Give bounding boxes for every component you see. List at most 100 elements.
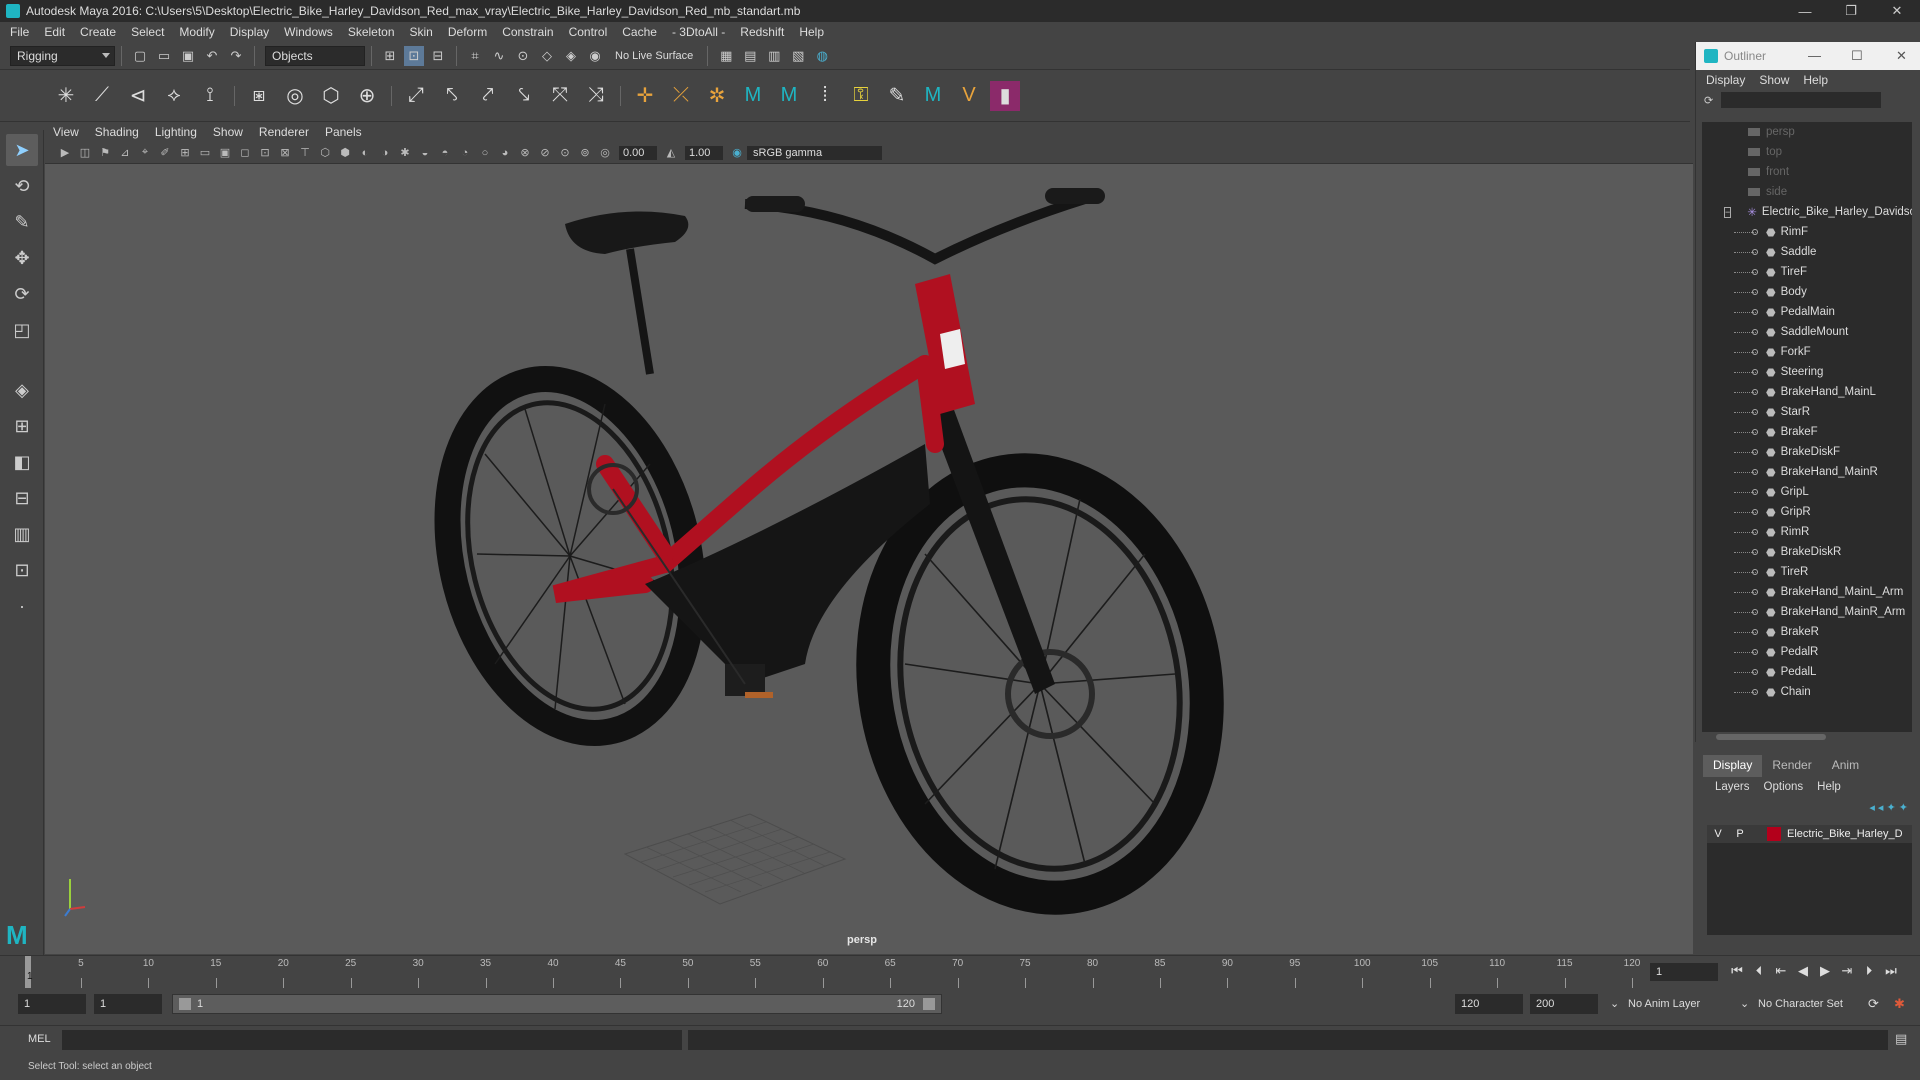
point-constraint-icon[interactable]: ✛ — [630, 81, 660, 111]
play-forward-icon[interactable]: ▶ — [1814, 963, 1836, 979]
vp-menu-show[interactable]: Show — [213, 125, 243, 139]
bookmark-icon[interactable]: ⚑ — [97, 145, 113, 161]
tab-anim[interactable]: Anim — [1822, 755, 1869, 777]
outliner-item-brakediskr[interactable]: ⬣ BrakeDiskR — [1702, 542, 1912, 562]
live-surface-icon[interactable]: ◉ — [585, 46, 605, 66]
camera-select-icon[interactable]: ▶ — [57, 145, 73, 161]
script-editor-icon[interactable]: ▤ — [1895, 1031, 1907, 1047]
outliner-item-pedalmain[interactable]: ⬣ PedalMain — [1702, 302, 1912, 322]
tab-display[interactable]: Display — [1703, 755, 1763, 777]
step-back-key-icon[interactable]: ⇤ — [1770, 963, 1792, 979]
outliner-item-chain[interactable]: ⬣ Chain — [1702, 682, 1912, 702]
ik-spline-icon[interactable]: ⊲ — [123, 81, 153, 111]
outliner-filter-icon[interactable]: ⟳ — [1704, 94, 1713, 107]
outliner-item-saddlemount[interactable]: ⬣ SaddleMount — [1702, 322, 1912, 342]
insert-joint-icon[interactable]: ⟡ — [159, 81, 189, 111]
go-to-start-icon[interactable]: ⏮ — [1726, 963, 1748, 979]
ambient-occlusion-icon[interactable]: ◓ — [437, 145, 453, 161]
snap-view-plane-icon[interactable]: ◇ — [537, 46, 557, 66]
anim-end-field[interactable]: 200 — [1530, 994, 1598, 1014]
viewport-persp[interactable]: View Shading Lighting Show Renderer Pane… — [45, 122, 1693, 954]
menu-file[interactable]: File — [10, 25, 29, 39]
menu-constrain[interactable]: Constrain — [502, 25, 553, 39]
outliner-item-pedall[interactable]: ⬣ PedalL — [1702, 662, 1912, 682]
range-bar[interactable]: 1 120 — [172, 994, 942, 1014]
image-plane-icon[interactable]: ⊿ — [117, 145, 133, 161]
outliner-item-tiref[interactable]: ⬣ TireF — [1702, 262, 1912, 282]
wireframe-icon[interactable]: ⬡ — [317, 145, 333, 161]
layer-action-icons[interactable]: ◂ ◂ ✦ ✦ — [1869, 801, 1908, 814]
layer-menu-options[interactable]: Options — [1764, 781, 1804, 793]
step-forward-key-icon[interactable]: ⇥ — [1836, 963, 1858, 979]
lasso-tool-icon[interactable]: ⟲ — [6, 170, 38, 202]
safe-title-icon[interactable]: ⊤ — [297, 145, 313, 161]
maya-m-icon[interactable]: M — [738, 81, 768, 111]
snap-surface-icon[interactable]: ◈ — [561, 46, 581, 66]
layer-row[interactable]: V P Electric_Bike_Harley_D — [1707, 825, 1912, 843]
outliner-item-gripr[interactable]: ⬣ GripR — [1702, 502, 1912, 522]
character-set-dropdown[interactable]: No Character Set — [1758, 994, 1843, 1014]
paint-weights-icon[interactable]: ⤤ — [473, 81, 503, 111]
resolution-gate-icon[interactable]: ▣ — [217, 145, 233, 161]
smooth-shade-icon[interactable]: ⬢ — [337, 145, 353, 161]
outliner-item-brakehand_mainl_arm[interactable]: ⬣ BrakeHand_MainL_Arm — [1702, 582, 1912, 602]
ik-handle-icon[interactable]: ⟋ — [87, 81, 117, 111]
paint-tool-icon[interactable]: ✎ — [882, 81, 912, 111]
use-all-lights-icon[interactable]: ✱ — [397, 145, 413, 161]
preferences-icon[interactable]: ✱ — [1894, 994, 1905, 1014]
new-scene-icon[interactable]: ▢ — [130, 46, 150, 66]
outliner-item-starr[interactable]: ⬣ StarR — [1702, 402, 1912, 422]
outliner-item-pedalr[interactable]: ⬣ PedalR — [1702, 642, 1912, 662]
blend-shape-icon[interactable]: ⁞ — [810, 81, 840, 111]
bind-skin-icon[interactable]: ⤢ — [401, 81, 431, 111]
range-end-handle[interactable] — [923, 998, 935, 1010]
quick-layout-side-icon[interactable]: ◧ — [6, 446, 38, 478]
color-management-icon[interactable]: ◉ — [729, 145, 745, 161]
2d-pan-zoom-icon[interactable]: ⌖ — [137, 145, 153, 161]
sculpt-deformer-icon[interactable]: ⊕ — [352, 81, 382, 111]
safe-action-icon[interactable]: ⊠ — [277, 145, 293, 161]
menu-modify[interactable]: Modify — [179, 25, 214, 39]
textured-icon[interactable]: ◑ — [377, 145, 393, 161]
quick-layout-graph-icon[interactable]: ▥ — [6, 518, 38, 550]
maya-m3-icon[interactable]: M — [918, 81, 948, 111]
outliner-item-top[interactable]: top — [1702, 142, 1912, 162]
select-tool-icon[interactable]: ➤ — [6, 134, 38, 166]
gamma-icon[interactable]: ◭ — [663, 145, 679, 161]
current-frame-field[interactable]: 1 — [1650, 963, 1718, 981]
open-scene-icon[interactable]: ▭ — [154, 46, 174, 66]
depth-of-field-icon[interactable]: ◕ — [497, 145, 513, 161]
menu-select[interactable]: Select — [131, 25, 164, 39]
wireframe-on-shaded-icon[interactable]: ◐ — [357, 145, 373, 161]
chevron-down-icon[interactable]: ⌄ — [1610, 994, 1619, 1014]
aim-constraint-icon[interactable]: ⤫ — [666, 81, 696, 111]
outliner-item-tirer[interactable]: ⬣ TireR — [1702, 562, 1912, 582]
rotate-tool-icon[interactable]: ⟳ — [6, 278, 38, 310]
restore-button[interactable]: ❐ — [1828, 0, 1874, 22]
playback-start-field[interactable]: 1 — [94, 994, 162, 1014]
command-input[interactable] — [62, 1030, 682, 1050]
menu-3dtoall[interactable]: - 3DtoAll - — [672, 25, 725, 39]
menu-windows[interactable]: Windows — [284, 25, 333, 39]
outliner-menu-help[interactable]: Help — [1803, 73, 1828, 87]
menu-help[interactable]: Help — [799, 25, 824, 39]
xray-joints-icon[interactable]: ⊙ — [557, 145, 573, 161]
quick-layout-four-icon[interactable]: ⊞ — [6, 410, 38, 442]
camera-attrs-icon[interactable]: ◫ — [77, 145, 93, 161]
maya-m2-icon[interactable]: M — [774, 81, 804, 111]
auto-key-icon[interactable]: ⟳ — [1868, 994, 1879, 1014]
outliner-horizontal-scrollbar[interactable] — [1706, 732, 1911, 742]
outliner-item-side[interactable]: side — [1702, 182, 1912, 202]
prune-weights-icon[interactable]: ⤨ — [581, 81, 611, 111]
render-frame-icon[interactable]: ▤ — [740, 46, 760, 66]
bike-model[interactable] — [45, 164, 1693, 954]
anim-layer-dropdown[interactable]: No Anim Layer — [1628, 994, 1700, 1014]
outliner-item-rimf[interactable]: ⬣ RimF — [1702, 222, 1912, 242]
menu-set-dropdown[interactable]: Rigging — [10, 45, 115, 66]
select-by-hierarchy-icon[interactable]: ⊞ — [380, 46, 400, 66]
go-to-end-icon[interactable]: ⏭ — [1880, 963, 1902, 979]
snap-point-icon[interactable]: ⊙ — [513, 46, 533, 66]
vp-menu-shading[interactable]: Shading — [95, 125, 139, 139]
outliner-item-front[interactable]: front — [1702, 162, 1912, 182]
vp-menu-renderer[interactable]: Renderer — [259, 125, 309, 139]
